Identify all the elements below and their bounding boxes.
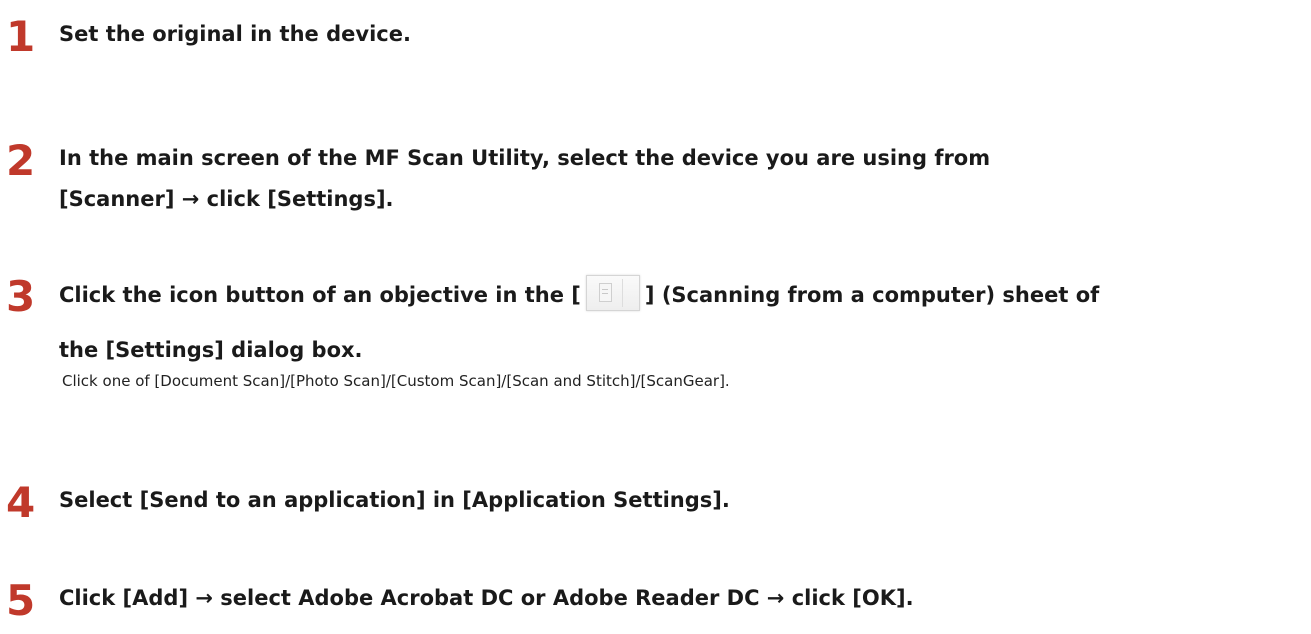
step-title-line-2: [Scanner] → click [Settings]. xyxy=(59,187,394,211)
step-number: 5 xyxy=(6,576,36,625)
step-title-text-before: Click the icon button of an objective in… xyxy=(59,283,581,307)
step-title-line-2: the [Settings] dialog box. xyxy=(59,338,363,362)
step-title: Set the original in the device. xyxy=(59,22,411,46)
scan-from-computer-icon xyxy=(585,275,640,311)
step-title: Click [Add] → select Adobe Acrobat DC or… xyxy=(59,586,914,610)
step-title: Select [Send to an application] in [Appl… xyxy=(59,488,730,512)
step-number: 2 xyxy=(6,136,36,185)
step-number: 1 xyxy=(6,12,36,61)
step-note: Click one of [Document Scan]/[Photo Scan… xyxy=(62,372,730,390)
icon-divider xyxy=(621,279,623,307)
step-title-line-1: In the main screen of the MF Scan Utilit… xyxy=(59,146,991,170)
step-number: 4 xyxy=(6,478,36,527)
step-number: 3 xyxy=(6,272,36,321)
step-title-text-after: ] (Scanning from a computer) sheet of xyxy=(644,283,1100,307)
step-title-line-1: Click the icon button of an objective in… xyxy=(59,272,1304,319)
document-icon xyxy=(598,283,612,302)
